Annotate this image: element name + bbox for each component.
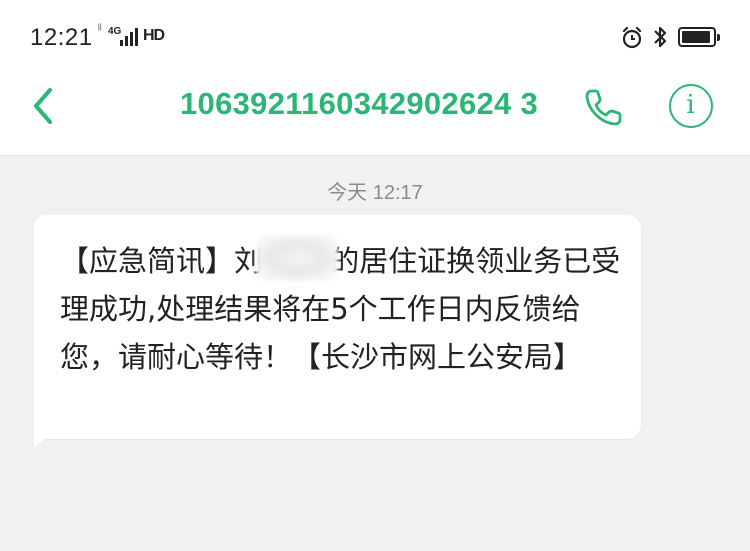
battery-icon <box>678 27 720 47</box>
back-arrow-icon[interactable] <box>28 86 58 126</box>
status-time: 12:21 <box>30 24 93 51</box>
hd-badge: HD <box>143 27 165 44</box>
redacted-name-blur <box>256 235 338 281</box>
phone-icon[interactable] <box>583 86 625 128</box>
message-text: 【应急简讯】刘**,您的居住证换领业务已受理成功,处理结果将在5个工作日内反馈给… <box>60 244 621 374</box>
info-glyph: i <box>686 90 695 120</box>
info-icon[interactable]: i <box>669 84 713 128</box>
top-bar-area: 12:21 || 4G HD 1063921160342902624 3 i <box>0 0 750 156</box>
message-timestamp: 今天 12:17 <box>327 182 423 204</box>
message-bubble[interactable]: 【应急简讯】刘**,您的居住证换领业务已受理成功,处理结果将在5个工作日内反馈给… <box>34 215 641 448</box>
status-bar: 12:21 || 4G HD <box>0 0 750 70</box>
bluetooth-icon <box>654 26 667 48</box>
contact-number: 1063921160342902624 3 <box>180 86 539 121</box>
alarm-icon <box>622 26 642 49</box>
bubble-tail <box>34 434 50 448</box>
